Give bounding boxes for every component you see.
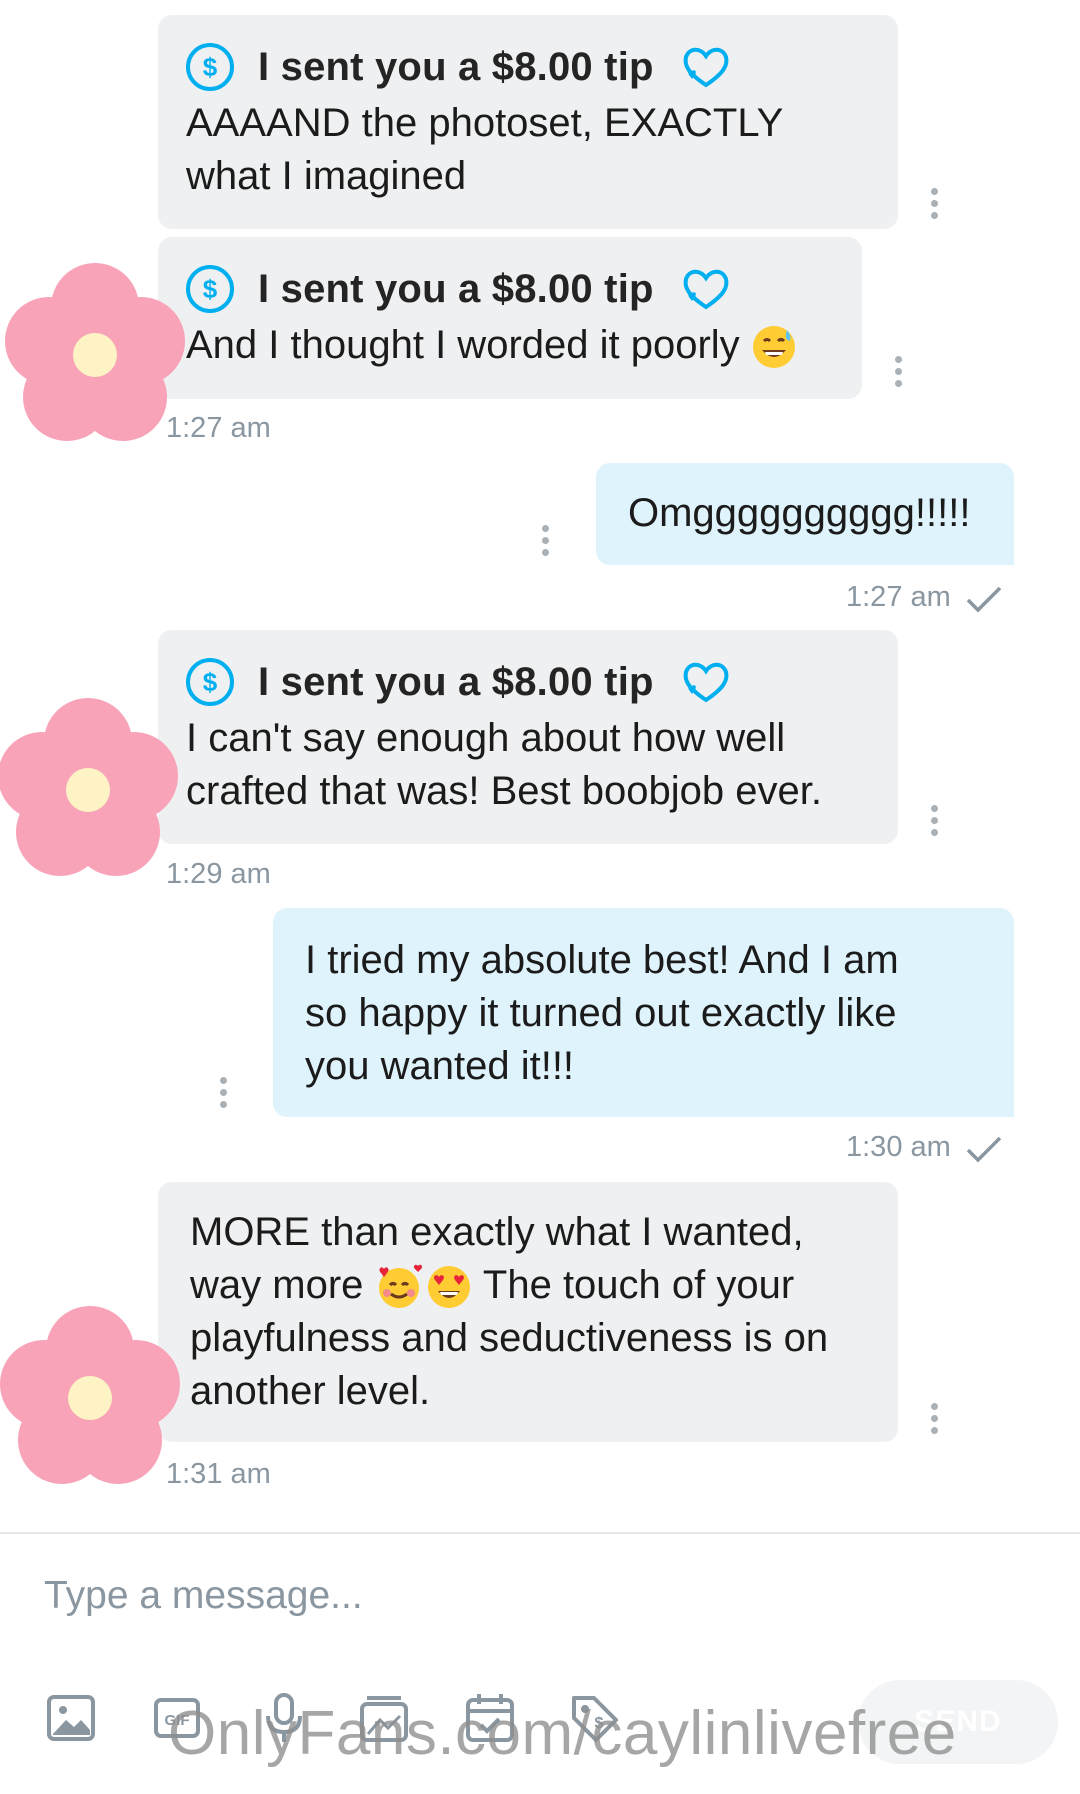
watermark: OnlyFans.com/caylinlivefree bbox=[168, 1699, 957, 1768]
message-text: And I thought I worded it poorly bbox=[186, 319, 834, 372]
flower-sticker-icon bbox=[0, 698, 178, 876]
message-bubble: $ I sent you a $8.00 tip And I thought I… bbox=[158, 237, 862, 399]
message-options-icon[interactable] bbox=[540, 525, 550, 561]
message-bubble: I tried my absolute best! And I am so ha… bbox=[273, 908, 1014, 1117]
message-bubble: $ I sent you a $8.00 tip AAAAND the phot… bbox=[158, 15, 898, 229]
flower-sticker-icon bbox=[5, 263, 185, 441]
message-options-icon[interactable] bbox=[929, 188, 939, 224]
smiling-hearts-emoji bbox=[378, 1265, 422, 1309]
heart-icon bbox=[683, 662, 729, 703]
message-text: Omgggggggggg!!!!! bbox=[628, 491, 971, 535]
message-text: I tried my absolute best! And I am so ha… bbox=[305, 938, 899, 1088]
message-input[interactable] bbox=[42, 1565, 826, 1627]
read-check-icon bbox=[966, 586, 1002, 613]
heart-icon bbox=[683, 269, 729, 310]
message-time: 1:30 am bbox=[846, 1131, 951, 1163]
flower-sticker-icon bbox=[0, 1306, 180, 1484]
tip-header: $ I sent you a $8.00 tip bbox=[186, 652, 870, 712]
grinning-sweat-emoji bbox=[752, 326, 795, 369]
message-options-icon[interactable] bbox=[893, 356, 903, 392]
tip-title: I sent you a $8.00 tip bbox=[258, 44, 654, 89]
tip-header: $ I sent you a $8.00 tip bbox=[186, 37, 870, 97]
tip-title: I sent you a $8.00 tip bbox=[258, 659, 654, 704]
dollar-icon: $ bbox=[186, 658, 234, 706]
heart-eyes-emoji bbox=[427, 1266, 470, 1309]
message-text: MORE than exactly what I wanted, way mor… bbox=[190, 1210, 829, 1413]
message-options-icon[interactable] bbox=[218, 1077, 228, 1113]
read-check-icon bbox=[966, 1136, 1002, 1163]
message-text: I can't say enough about how well crafte… bbox=[186, 716, 822, 813]
composer-divider bbox=[0, 1532, 1080, 1534]
heart-icon bbox=[683, 47, 729, 88]
message-bubble: $ I sent you a $8.00 tip I can't say eno… bbox=[158, 630, 898, 844]
message-bubble: MORE than exactly what I wanted, way mor… bbox=[158, 1182, 898, 1442]
message-text: AAAAND the photoset, EXACTLY what I imag… bbox=[186, 101, 784, 198]
message-options-icon[interactable] bbox=[929, 805, 939, 841]
message-bubble: Omgggggggggg!!!!! bbox=[596, 463, 1014, 565]
tip-title: I sent you a $8.00 tip bbox=[258, 266, 654, 311]
image-icon[interactable] bbox=[44, 1690, 100, 1746]
dollar-icon: $ bbox=[186, 43, 234, 91]
tip-header: $ I sent you a $8.00 tip bbox=[186, 259, 834, 319]
message-options-icon[interactable] bbox=[929, 1403, 939, 1439]
message-time: 1:27 am bbox=[846, 581, 951, 613]
